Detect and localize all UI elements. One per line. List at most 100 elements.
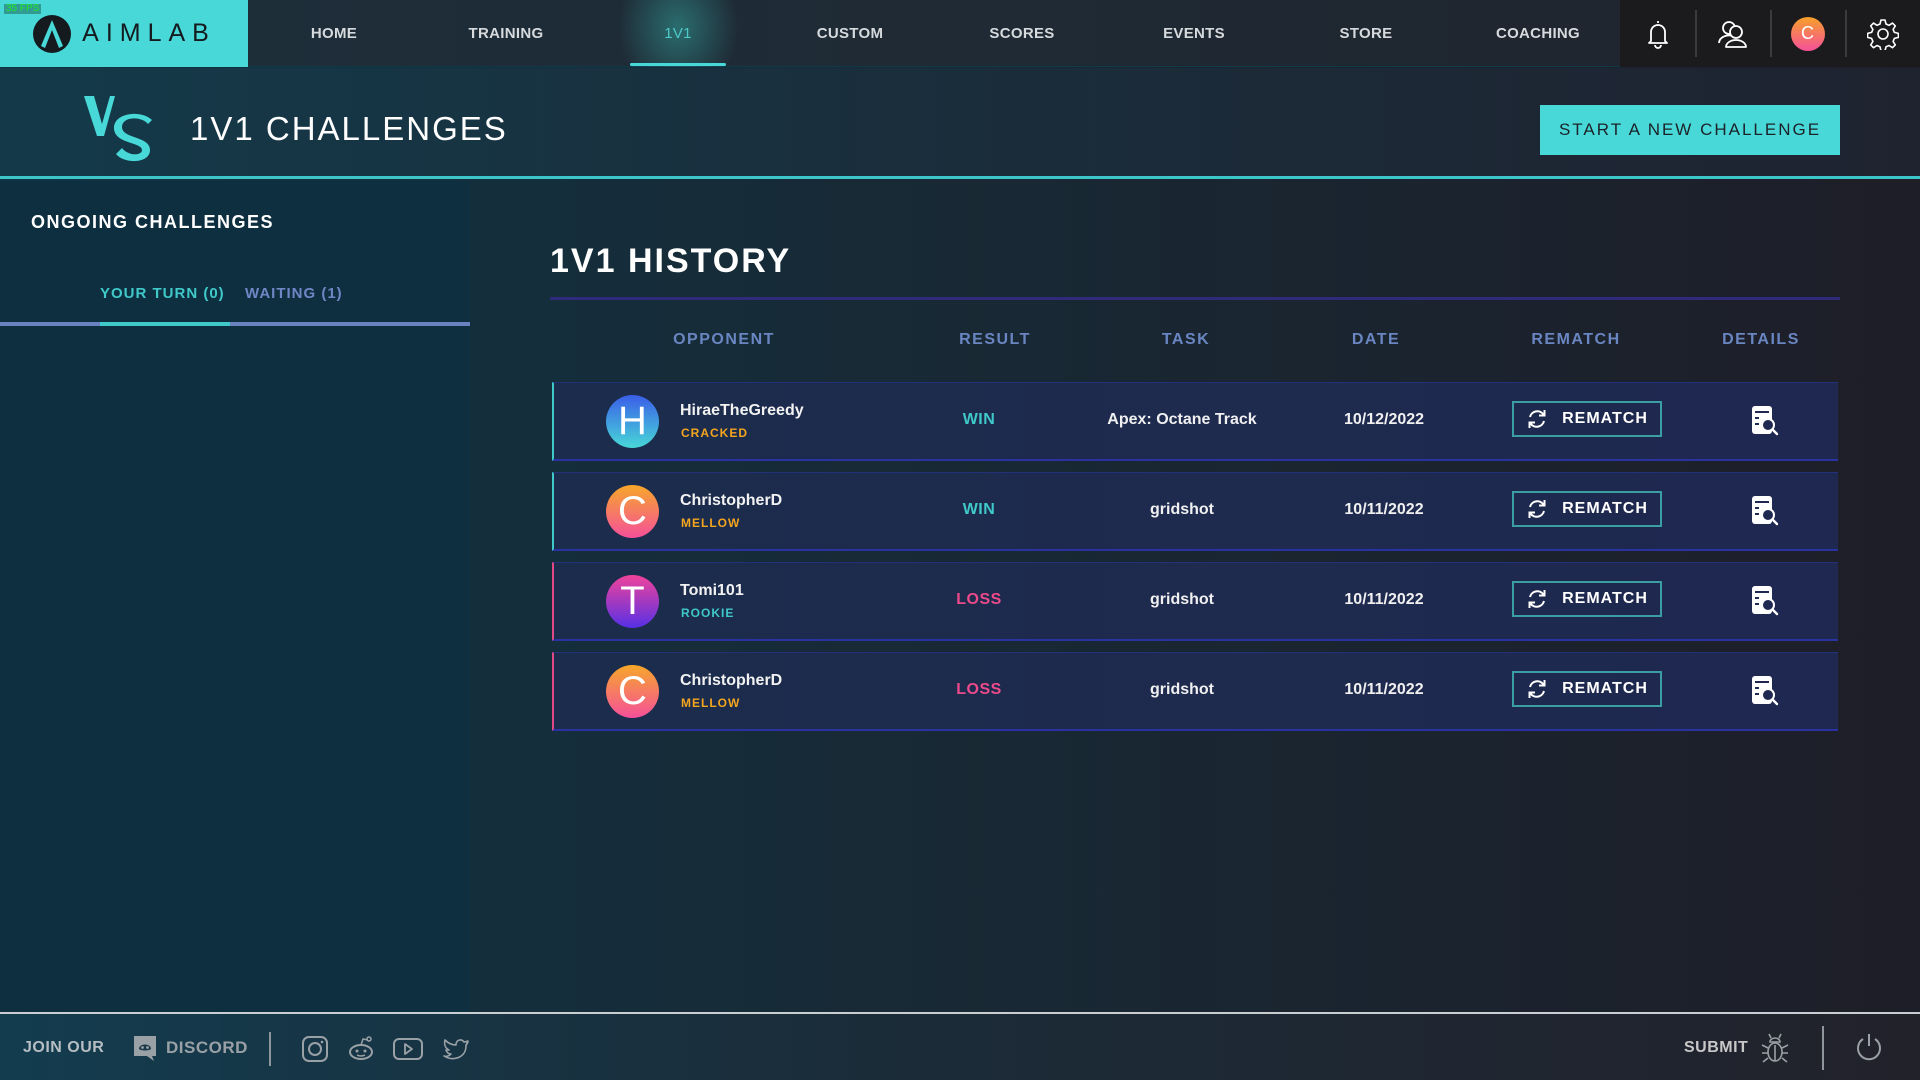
aimlab-logo-icon — [33, 14, 72, 53]
nav-actions: C — [1620, 0, 1920, 67]
refresh-icon — [1528, 500, 1546, 518]
col-header-task: TASK — [1161, 331, 1211, 348]
start-new-challenge-button[interactable]: START A NEW CHALLENGE — [1540, 105, 1840, 155]
match-date: 10/11/2022 — [1344, 681, 1424, 698]
aimlab-logo[interactable]: 35 FPS AIMLAB — [0, 0, 248, 67]
ongoing-challenges-title: ONGOING CHALLENGES — [31, 212, 275, 232]
footer-divider — [269, 1032, 271, 1066]
nav-1v1[interactable]: 1V1 — [592, 0, 764, 67]
tab-your-turn[interactable]: YOUR TURN (0) — [100, 285, 225, 302]
top-nav: 35 FPS AIMLAB HOME TRAINING 1V1 CUSTOM S… — [0, 0, 1920, 67]
discord-link[interactable]: DISCORD — [132, 1034, 248, 1062]
ongoing-challenges-panel: ONGOING CHALLENGES YOUR TURN (0) WAITING… — [0, 181, 470, 1013]
vs-icon — [84, 96, 152, 162]
rematch-label: REMATCH — [1562, 410, 1648, 427]
match-task: gridshot — [1150, 681, 1214, 698]
footer-divider — [1822, 1026, 1824, 1070]
history-divider — [550, 297, 1840, 300]
youtube-icon[interactable] — [392, 1034, 424, 1064]
opponent-avatar: C — [606, 665, 659, 718]
rematch-label: REMATCH — [1562, 680, 1648, 697]
match-result: LOSS — [956, 681, 1002, 698]
nav-home[interactable]: HOME — [248, 0, 420, 67]
refresh-icon — [1528, 590, 1546, 608]
friends-button[interactable] — [1695, 0, 1770, 67]
match-result: LOSS — [956, 591, 1002, 608]
nav-custom[interactable]: CUSTOM — [764, 0, 936, 67]
col-header-details: DETAILS — [1722, 331, 1800, 348]
refresh-icon — [1528, 410, 1546, 428]
nav-events[interactable]: EVENTS — [1108, 0, 1280, 67]
avatar-initial: H — [618, 399, 647, 443]
avatar-initial: C — [618, 489, 647, 533]
rematch-label: REMATCH — [1562, 500, 1648, 517]
rematch-button[interactable]: REMATCH — [1512, 581, 1662, 617]
settings-button[interactable] — [1845, 0, 1920, 67]
match-task: gridshot — [1150, 591, 1214, 608]
discord-icon — [134, 1036, 156, 1061]
rematch-button[interactable]: REMATCH — [1512, 401, 1662, 437]
footer: JOIN OUR DISCORD SUBMIT — [0, 1012, 1920, 1080]
nav-store[interactable]: STORE — [1280, 0, 1452, 67]
details-icon[interactable] — [1750, 405, 1780, 439]
opponent-name[interactable]: HiraeTheGreedy — [680, 402, 804, 420]
opponent-rank: MELLOW — [681, 516, 741, 530]
col-header-date: DATE — [1351, 331, 1401, 348]
opponent-avatar: T — [606, 575, 659, 628]
friends-icon — [1717, 20, 1747, 48]
instagram-icon[interactable] — [300, 1034, 330, 1064]
opponent-name[interactable]: ChristopherD — [680, 672, 782, 690]
avatar-initial: T — [620, 579, 645, 623]
page-header: 1V1 CHALLENGES START A NEW CHALLENGE — [0, 68, 1920, 179]
match-date: 10/12/2022 — [1343, 411, 1425, 428]
history-title: 1V1 HISTORY — [550, 242, 792, 280]
match-task: Apex: Octane Track — [1107, 411, 1257, 428]
history-row: T Tomi101 ROOKIE LOSS gridshot 10/11/202… — [552, 562, 1838, 641]
match-task: gridshot — [1150, 501, 1214, 518]
tab-active-indicator — [100, 322, 230, 326]
details-icon[interactable] — [1750, 495, 1780, 529]
col-header-opponent: OPPONENT — [673, 331, 775, 348]
col-header-rematch: REMATCH — [1531, 331, 1621, 348]
match-result: WIN — [962, 501, 996, 518]
fps-counter: 35 FPS — [4, 3, 42, 14]
page-title: 1V1 CHALLENGES — [190, 110, 508, 147]
discord-label: DISCORD — [166, 1038, 248, 1057]
opponent-avatar: C — [606, 485, 659, 538]
rematch-button[interactable]: REMATCH — [1512, 491, 1662, 527]
history-row: C ChristopherD MELLOW LOSS gridshot 10/1… — [552, 652, 1838, 731]
match-result: WIN — [962, 411, 996, 428]
history-row: C ChristopherD MELLOW WIN gridshot 10/11… — [552, 472, 1838, 551]
bell-icon — [1647, 20, 1668, 49]
tab-waiting[interactable]: WAITING (1) — [245, 285, 343, 302]
rematch-button[interactable]: REMATCH — [1512, 671, 1662, 707]
opponent-rank: ROOKIE — [681, 606, 735, 620]
main-nav: HOME TRAINING 1V1 CUSTOM SCORES EVENTS S… — [248, 0, 1620, 67]
bug-icon[interactable] — [1760, 1032, 1790, 1066]
nav-coaching[interactable]: COACHING — [1452, 0, 1624, 67]
submit-bug-label[interactable]: SUBMIT — [1684, 1039, 1748, 1057]
opponent-avatar: H — [606, 395, 659, 448]
profile-button[interactable]: C — [1770, 0, 1845, 67]
details-icon[interactable] — [1750, 675, 1780, 709]
rematch-label: REMATCH — [1562, 590, 1648, 607]
history-row: H HiraeTheGreedy CRACKED WIN Apex: Octan… — [552, 382, 1838, 461]
match-date: 10/11/2022 — [1344, 591, 1424, 608]
col-header-result: RESULT — [959, 331, 1031, 348]
nav-scores[interactable]: SCORES — [936, 0, 1108, 67]
reddit-icon[interactable] — [346, 1034, 376, 1064]
refresh-icon — [1528, 680, 1546, 698]
opponent-name[interactable]: Tomi101 — [680, 582, 744, 600]
opponent-name[interactable]: ChristopherD — [680, 492, 782, 510]
notifications-button[interactable] — [1620, 0, 1695, 67]
power-icon[interactable] — [1854, 1032, 1884, 1062]
aimlab-wordmark: AIMLAB — [82, 19, 216, 47]
user-avatar: C — [1790, 16, 1825, 51]
gear-icon — [1866, 18, 1899, 50]
twitter-icon[interactable] — [441, 1034, 471, 1064]
tab-underline — [0, 322, 470, 326]
nav-training[interactable]: TRAINING — [420, 0, 592, 67]
join-our-label: JOIN OUR — [23, 1039, 105, 1056]
opponent-rank: CRACKED — [681, 426, 748, 440]
details-icon[interactable] — [1750, 585, 1780, 619]
